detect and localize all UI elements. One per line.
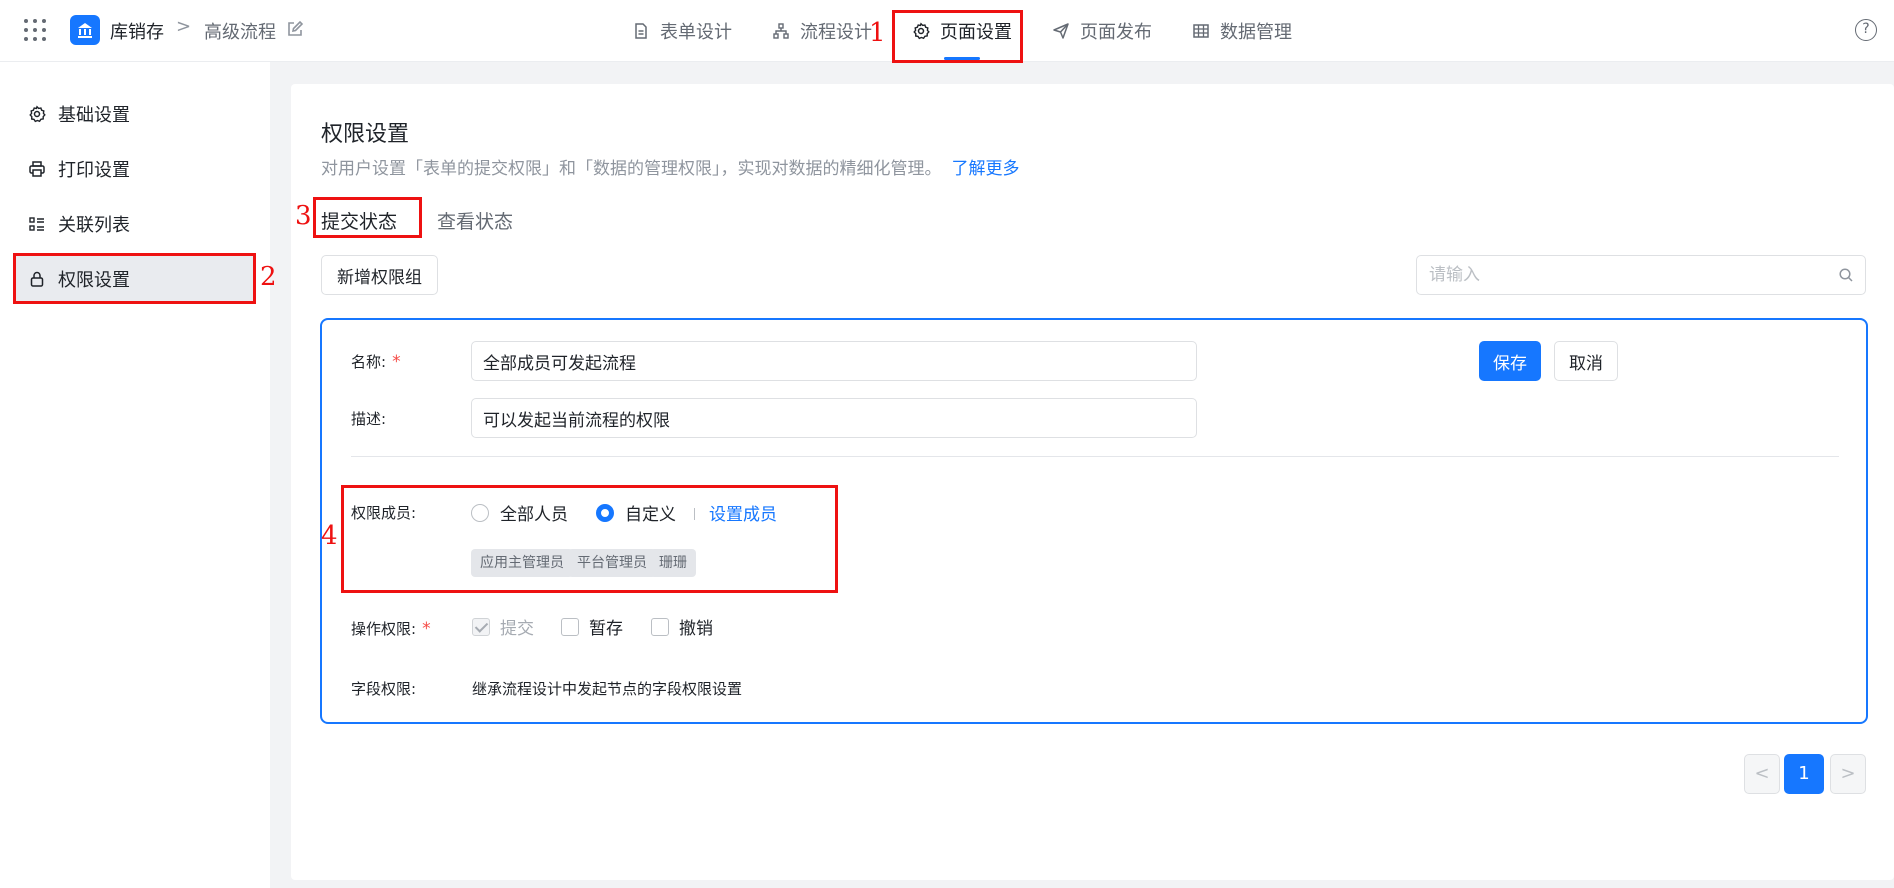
tab-flow-design-label: 流程设计 [800,22,872,43]
current-page-button[interactable]: 1 [1784,754,1824,794]
breadcrumb-current: 高级流程 [204,22,276,43]
operation-label: 操作权限: * [351,619,431,639]
search-input[interactable] [1416,255,1866,295]
checkbox-submit-label: 提交 [500,619,534,639]
chevron-right-icon: > [176,16,192,37]
tab-flow-design[interactable]: 流程设计 [760,0,884,62]
tab-page-publish[interactable]: 页面发布 [1040,0,1164,62]
description-text: 对用户设置「表单的提交权限」和「数据的管理权限」，实现对数据的精细化管理。 [321,159,942,179]
annotation-box-3 [313,197,422,238]
app-logo-icon [70,15,100,45]
app-name[interactable]: 库销存 [110,18,164,44]
name-input[interactable] [471,341,1197,381]
send-icon [1053,23,1069,39]
annotation-box-1 [892,10,1023,63]
sidebar-item-related-list[interactable]: 关联列表 [14,200,254,248]
help-icon[interactable]: ? [1855,19,1877,41]
annotation-label-2: 2 [260,262,277,292]
required-mark: * [422,619,431,639]
sidebar-item-label: 关联列表 [58,215,130,236]
page-description: 对用户设置「表单的提交权限」和「数据的管理权限」，实现对数据的精细化管理。 了解更… [321,154,1020,179]
edit-icon[interactable] [286,20,304,38]
save-button[interactable]: 保存 [1479,341,1541,381]
document-icon [635,23,647,39]
main-panel: 权限设置 对用户设置「表单的提交权限」和「数据的管理权限」，实现对数据的精细化管… [291,84,1894,880]
sidebar-item-label: 打印设置 [58,160,130,181]
table-icon [1193,24,1209,38]
printer-icon [29,161,45,177]
search-icon[interactable] [1838,267,1854,283]
sidebar-item-label: 基础设置 [58,105,130,126]
checkbox-save-draft-label: 暂存 [589,619,623,639]
app-grid-icon[interactable] [24,19,46,41]
list-icon [29,217,44,231]
tab-data-management-label: 数据管理 [1220,22,1292,43]
description-input[interactable] [471,398,1197,438]
learn-more-link[interactable]: 了解更多 [952,159,1020,179]
sidebar-item-print-settings[interactable]: 打印设置 [14,145,254,193]
annotation-label-4: 4 [321,521,338,551]
annotation-box-4 [341,485,838,593]
field-permission-value: 继承流程设计中发起节点的字段权限设置 [472,680,743,698]
sidebar: 基础设置 打印设置 关联列表 权限设置 [0,62,270,888]
annotation-label-1: 1 [869,18,886,48]
checkbox-revoke[interactable] [651,618,669,636]
page-title: 权限设置 [321,122,410,147]
sidebar-item-basic-settings[interactable]: 基础设置 [14,90,254,138]
prev-page-button[interactable]: < [1744,754,1780,794]
tab-form-design[interactable]: 表单设计 [620,0,744,62]
tab-view-status[interactable]: 查看状态 [437,204,513,240]
tab-page-publish-label: 页面发布 [1080,22,1152,43]
tab-form-design-label: 表单设计 [660,22,732,43]
next-page-button[interactable]: > [1830,754,1866,794]
flow-icon [773,23,789,39]
tab-data-management[interactable]: 数据管理 [1180,0,1304,62]
gear-icon [29,105,46,123]
name-label: 名称: * [351,352,401,372]
field-permission-label: 字段权限: [351,680,417,698]
checkbox-revoke-label: 撤销 [679,619,713,639]
checkbox-submit [472,618,490,636]
checkbox-save-draft[interactable] [561,618,579,636]
annotation-label-3: 3 [295,201,312,231]
required-mark: * [392,352,401,372]
cancel-button[interactable]: 取消 [1554,341,1618,381]
add-permission-group-button[interactable]: 新增权限组 [321,255,438,295]
description-label: 描述: [351,410,387,428]
divider [351,456,1839,457]
annotation-box-2 [13,253,256,304]
